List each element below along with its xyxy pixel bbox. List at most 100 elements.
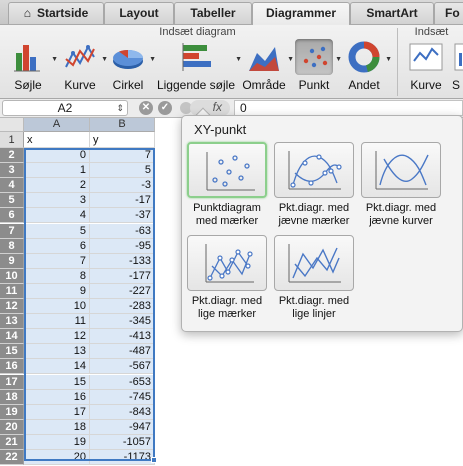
row-header[interactable]: 5 xyxy=(0,193,24,209)
tab-formler[interactable]: Fo xyxy=(434,2,463,24)
cell-x-value[interactable]: 17 xyxy=(24,404,90,420)
chevron-down-icon: ▼ xyxy=(149,56,156,63)
cell-y-value[interactable]: -3 xyxy=(90,178,155,194)
bar-chart-button[interactable]: ▼ Liggende søjle xyxy=(156,39,242,97)
cell-y-value[interactable]: -227 xyxy=(90,283,155,299)
row-header[interactable]: 7 xyxy=(0,223,24,239)
tab-startside[interactable]: ⌂ Startside xyxy=(8,2,104,24)
cell-y-value[interactable]: -345 xyxy=(90,314,155,330)
option-label-line1: Pkt.diagr. med xyxy=(278,295,350,307)
row-header[interactable]: 2 xyxy=(0,148,24,164)
cell-x-value[interactable]: 6 xyxy=(24,238,90,254)
row-header[interactable]: 4 xyxy=(0,178,24,194)
scatter-markers-thumbnail xyxy=(187,142,267,198)
cell-x-value[interactable]: 1 xyxy=(24,163,90,179)
other-chart-button[interactable]: ▼ Andet xyxy=(342,39,392,97)
option-scatter-smooth-markers[interactable]: Pkt.diagr. med jævne mærker xyxy=(271,142,357,228)
option-label-line1: Punktdiagram xyxy=(193,202,261,214)
row-header[interactable]: 1 xyxy=(0,132,24,148)
cell-y-value[interactable]: -1173 xyxy=(90,450,155,466)
formula-input[interactable]: 0 xyxy=(234,100,463,116)
cell-y-value[interactable]: -745 xyxy=(90,389,155,405)
stepper-arrows-icon[interactable]: ⇕ xyxy=(116,101,124,115)
home-icon: ⌂ xyxy=(23,6,31,20)
cell-x-value[interactable]: 16 xyxy=(24,389,90,405)
cell-y-value[interactable]: 5 xyxy=(90,163,155,179)
row-header[interactable]: 8 xyxy=(0,238,24,254)
row-header[interactable]: 14 xyxy=(0,329,24,345)
cell-y-value[interactable]: -37 xyxy=(90,208,155,224)
cancel-icon[interactable]: ✕ xyxy=(139,101,153,115)
pie-chart-button[interactable]: ▼ Cirkel xyxy=(106,39,156,97)
cell-y-value[interactable]: -567 xyxy=(90,359,155,375)
row-header[interactable]: 18 xyxy=(0,389,24,405)
cell-y-value[interactable]: -177 xyxy=(90,268,155,284)
cell-y-value[interactable]: -413 xyxy=(90,329,155,345)
tab-tabeller[interactable]: Tabeller xyxy=(174,2,252,24)
tab-smartart[interactable]: SmartArt xyxy=(350,2,434,24)
row-header[interactable]: 9 xyxy=(0,253,24,269)
column-header-b[interactable]: B xyxy=(90,118,155,132)
area-chart-button[interactable]: ▼ Område xyxy=(240,39,294,97)
sparkline-column-button[interactable]: S xyxy=(452,39,463,97)
row-header[interactable]: 10 xyxy=(0,268,24,284)
confirm-icon[interactable]: ✓ xyxy=(158,101,172,115)
cell-a1[interactable]: x xyxy=(24,132,90,148)
row-header[interactable]: 6 xyxy=(0,208,24,224)
cell-x-value[interactable]: 15 xyxy=(24,374,90,390)
row-header[interactable]: 11 xyxy=(0,283,24,299)
cell-x-value[interactable]: 9 xyxy=(24,283,90,299)
name-box[interactable]: A2 ⇕ xyxy=(2,100,128,116)
row-header[interactable]: 13 xyxy=(0,314,24,330)
cell-x-value[interactable]: 20 xyxy=(24,450,90,466)
row-header[interactable]: 16 xyxy=(0,359,24,375)
row-header[interactable]: 3 xyxy=(0,163,24,179)
cell-y-value[interactable]: -1057 xyxy=(90,434,155,450)
cell-x-value[interactable]: 18 xyxy=(24,419,90,435)
cell-b1[interactable]: y xyxy=(90,132,155,148)
option-scatter-straight-markers[interactable]: Pkt.diagr. med lige mærker xyxy=(184,235,270,321)
select-all-corner[interactable] xyxy=(0,118,24,132)
cell-x-value[interactable]: 3 xyxy=(24,193,90,209)
cell-x-value[interactable]: 14 xyxy=(24,359,90,375)
row-header[interactable]: 17 xyxy=(0,374,24,390)
cell-y-value[interactable]: -947 xyxy=(90,419,155,435)
option-scatter-markers[interactable]: Punktdiagram med mærker xyxy=(184,142,270,228)
cell-x-value[interactable]: 13 xyxy=(24,344,90,360)
column-chart-button[interactable]: ▼ Søjle xyxy=(4,39,58,97)
cell-y-value[interactable]: -653 xyxy=(90,374,155,390)
row-header[interactable]: 22 xyxy=(0,450,24,466)
column-header-a[interactable]: A xyxy=(24,118,90,132)
cell-x-value[interactable]: 4 xyxy=(24,208,90,224)
cell-y-value[interactable]: -133 xyxy=(90,253,155,269)
cell-y-value[interactable]: -283 xyxy=(90,299,155,315)
cell-y-value[interactable]: -95 xyxy=(90,238,155,254)
row-header[interactable]: 12 xyxy=(0,299,24,315)
cell-y-value[interactable]: 7 xyxy=(90,148,155,164)
cell-x-value[interactable]: 10 xyxy=(24,299,90,315)
cell-x-value[interactable]: 8 xyxy=(24,268,90,284)
tab-diagrammer[interactable]: Diagrammer xyxy=(252,2,350,26)
cell-y-value[interactable]: -63 xyxy=(90,223,155,239)
line-chart-button[interactable]: ▼ Kurve xyxy=(58,39,108,97)
cell-x-value[interactable]: 11 xyxy=(24,314,90,330)
cell-x-value[interactable]: 2 xyxy=(24,178,90,194)
sparkline-line-button[interactable]: Kurve xyxy=(404,39,448,97)
cell-x-value[interactable]: 12 xyxy=(24,329,90,345)
row-header[interactable]: 19 xyxy=(0,404,24,420)
option-scatter-straight-lines[interactable]: Pkt.diagr. med lige linjer xyxy=(271,235,357,321)
cell-y-value[interactable]: -843 xyxy=(90,404,155,420)
scatter-chart-button[interactable]: ▼ Punkt xyxy=(292,39,342,97)
row-header[interactable]: 20 xyxy=(0,419,24,435)
cell-x-value[interactable]: 0 xyxy=(24,148,90,164)
cell-y-value[interactable]: -17 xyxy=(90,193,155,209)
pie-chart-label: Cirkel xyxy=(112,78,144,92)
cell-y-value[interactable]: -487 xyxy=(90,344,155,360)
cell-x-value[interactable]: 19 xyxy=(24,434,90,450)
row-header[interactable]: 21 xyxy=(0,434,24,450)
tab-layout[interactable]: Layout xyxy=(104,2,174,24)
option-scatter-smooth-lines[interactable]: Pkt.diagr. med jævne kurver xyxy=(358,142,444,228)
row-header[interactable]: 15 xyxy=(0,344,24,360)
cell-x-value[interactable]: 7 xyxy=(24,253,90,269)
cell-x-value[interactable]: 5 xyxy=(24,223,90,239)
